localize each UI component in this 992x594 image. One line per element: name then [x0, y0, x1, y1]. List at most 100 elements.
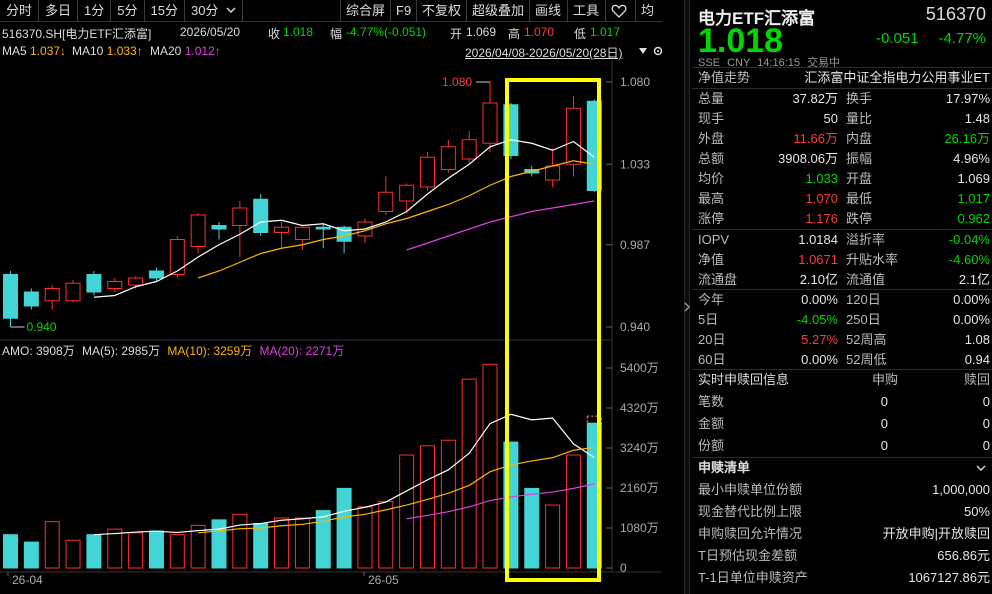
candle-down[interactable]	[86, 274, 102, 293]
high-marker-label: 1.080	[442, 75, 472, 89]
perf-row: 5日 -4.05% 250日 0.00%	[698, 310, 990, 330]
date-axis-label: 26-05	[368, 573, 399, 587]
candle-up[interactable]	[482, 102, 498, 144]
list-row: T-1日单位申赎资产 1067127.86元	[698, 568, 990, 588]
candle-up[interactable]	[107, 281, 123, 289]
subs-redeem-value: 0	[982, 394, 990, 409]
volume-bar-up[interactable]	[128, 532, 144, 569]
candle-up[interactable]	[440, 146, 456, 170]
stat-label: 升贴水率	[846, 252, 899, 267]
volume-bar-up[interactable]	[294, 517, 310, 569]
chevron-down-icon[interactable]	[976, 463, 986, 473]
quote-panel: 电力ETF汇添富 516370 1.018 -0.051 -4.77% SSE …	[692, 0, 992, 594]
volume-bar-down[interactable]	[148, 530, 164, 569]
candle-down[interactable]	[23, 291, 39, 307]
candle-up[interactable]	[461, 139, 477, 160]
candle-up[interactable]	[44, 288, 60, 302]
subs-row: 金额 0 0	[698, 414, 990, 434]
volume-bar-down[interactable]	[3, 534, 18, 569]
stat-label: 溢折率	[846, 232, 886, 247]
volume-bar-up[interactable]	[399, 454, 415, 569]
candle-up[interactable]	[378, 191, 394, 212]
volume-bar-down[interactable]	[23, 541, 39, 569]
volume-axis-label: 1080万	[620, 521, 659, 535]
low-marker-label: 0.940	[27, 320, 57, 334]
volume-bar-up[interactable]	[169, 534, 185, 569]
stats-row: 均价 1.033 开盘 1.069	[698, 169, 990, 189]
volume-bar-up[interactable]	[357, 506, 373, 569]
volume-bar-up[interactable]	[545, 504, 561, 569]
price-axis-label: 0.987	[620, 238, 650, 252]
list-header[interactable]: 申赎清单	[698, 458, 990, 478]
stat-label: 均价	[698, 171, 725, 186]
volume-bar-up[interactable]	[440, 439, 456, 569]
stat-value: 1.176	[805, 211, 838, 226]
chevron-right-icon[interactable]	[683, 302, 691, 312]
stat-label: 5日	[698, 312, 719, 327]
volume-bar-up[interactable]	[420, 445, 435, 569]
pane-separator[interactable]	[684, 0, 690, 594]
stat-value: 5.27%	[801, 332, 838, 347]
stats-row: 外盘 11.66万 内盘 26.16万	[698, 129, 990, 149]
subs-row: 份额 0 0	[698, 436, 990, 456]
candle-up[interactable]	[190, 214, 206, 247]
nav-trend-row[interactable]: 净值走势 汇添富中证全指电力公用事业ET	[698, 68, 990, 88]
stat-label: 总额	[698, 151, 725, 166]
volume-bar-down[interactable]	[336, 487, 352, 569]
candle-up[interactable]	[399, 184, 415, 202]
subs-title: 实时申赎回信息	[698, 372, 790, 387]
stat-value: 1.08	[964, 332, 990, 347]
price-change: -0.051	[876, 30, 919, 47]
stat-value: 26.16万	[944, 131, 990, 146]
subs-row-label: 份额	[698, 438, 725, 453]
volume-bar-up[interactable]	[565, 454, 581, 569]
volume-bar-down[interactable]	[211, 519, 227, 569]
volume-bar-up[interactable]	[461, 378, 477, 569]
perf-row: 今年 0.00% 120日 0.00%	[698, 290, 990, 310]
volume-axis-label: 5400万	[620, 361, 659, 375]
stat-value: -4.05%	[796, 312, 838, 327]
volume-bar-up[interactable]	[107, 528, 123, 569]
volume-bar-up[interactable]	[65, 539, 81, 569]
volume-bar-down[interactable]	[86, 534, 102, 569]
volume-axis-label: 0	[620, 561, 627, 575]
stats-row: 现手 50 量比 1.48	[698, 109, 990, 129]
candle-up[interactable]	[420, 156, 435, 188]
volume-bar-down[interactable]	[524, 487, 540, 569]
stat-value: 2.10亿	[799, 272, 838, 287]
candle-up[interactable]	[294, 226, 310, 240]
list-row-value: 656.86元	[937, 548, 990, 563]
candle-down[interactable]	[315, 226, 331, 230]
candle-up[interactable]	[565, 107, 581, 165]
candle-up[interactable]	[65, 282, 81, 302]
candle-down[interactable]	[253, 198, 269, 233]
stat-value: 4.96%	[953, 151, 990, 166]
candle-up[interactable]	[169, 239, 185, 275]
candle-up[interactable]	[545, 165, 561, 181]
stat-label: 52周低	[846, 352, 887, 367]
candle-down[interactable]	[3, 274, 18, 319]
stat-label: 120日	[846, 292, 881, 307]
perf-row: 20日 5.27% 52周高 1.08	[698, 330, 990, 350]
volume-bar-down[interactable]	[315, 510, 331, 569]
stat-label: 振幅	[846, 151, 873, 166]
candle-up[interactable]	[232, 207, 248, 226]
stats-row: 涨停 1.176 跌停 0.962	[698, 209, 990, 229]
candle-down[interactable]	[148, 270, 164, 279]
volume-bar-up[interactable]	[44, 521, 60, 569]
amo-ma20: MA(20): 2271万	[259, 344, 345, 358]
candle-up[interactable]	[274, 226, 290, 233]
ma5-line	[93, 139, 595, 298]
stat-label: 量比	[846, 111, 873, 126]
list-row-label: T日预估现金差额	[698, 548, 797, 563]
stat-label: 净值	[698, 252, 725, 267]
stat-label: IOPV	[698, 232, 730, 247]
candle-down[interactable]	[211, 225, 227, 230]
price-axis-label: 1.080	[620, 75, 650, 89]
candle-up[interactable]	[128, 277, 144, 286]
list-row: T日预估现金差额 656.86元	[698, 546, 990, 566]
volume-bar-down[interactable]	[253, 523, 269, 569]
volume-bar-up[interactable]	[482, 363, 498, 569]
kline-chart[interactable]: 1.080 0.940 1.080 1.033 0.987 0.940 5400万 4320…	[0, 0, 662, 594]
volume-bar-up[interactable]	[232, 513, 248, 569]
